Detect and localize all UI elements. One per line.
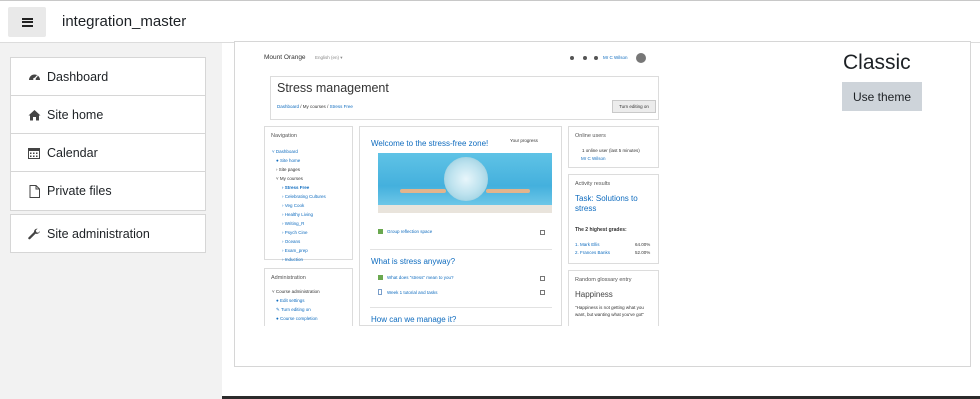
preview-welcome-heading: Welcome to the stress-free zone! bbox=[371, 139, 489, 148]
breadcrumb-item: My courses bbox=[302, 104, 326, 109]
home-icon bbox=[27, 108, 41, 122]
block-title: Random glossary entry bbox=[575, 277, 632, 283]
theme-preview-image[interactable]: Mount Orange English (en) ▾ Mr C Wilson … bbox=[263, 48, 659, 326]
glossary-quote: "Happiness is not getting what you want,… bbox=[575, 305, 644, 317]
preview-nav-list: ˅ Dashboard ● Site home › Site pages ˅ M… bbox=[272, 149, 326, 262]
sidebar-item-calendar[interactable]: Calendar bbox=[11, 134, 205, 172]
preview-navigation-block: Navigation ˅ Dashboard ● Site home › Sit… bbox=[264, 126, 353, 262]
preview-page-title: Stress management bbox=[277, 81, 389, 95]
preview-activity-results-block: Activity results Task: Solutions to stre… bbox=[568, 174, 659, 264]
bell-icon bbox=[583, 56, 587, 60]
block-title: Online users bbox=[575, 133, 606, 139]
use-theme-button[interactable]: Use theme bbox=[842, 82, 922, 111]
glossary-word: Happiness bbox=[575, 290, 613, 299]
theme-card: Mount Orange English (en) ▾ Mr C Wilson … bbox=[234, 41, 971, 367]
results-row-name: 1. Mark Ellis bbox=[575, 242, 600, 247]
pool-photo bbox=[378, 153, 552, 213]
completion-checkbox bbox=[540, 276, 545, 281]
results-row-score: 52.00% bbox=[635, 250, 651, 255]
sidebar-item-label: Private files bbox=[47, 184, 112, 198]
wrench-icon bbox=[27, 227, 41, 241]
preview-glossary-block: Random glossary entry Happiness "Happine… bbox=[568, 270, 659, 326]
block-title: Activity results bbox=[575, 181, 611, 187]
block-title: Administration bbox=[271, 275, 306, 281]
results-task: Task: Solutions to stress bbox=[575, 194, 638, 213]
calendar-icon bbox=[27, 146, 41, 160]
preview-section-heading: How can we manage it? bbox=[371, 315, 457, 324]
file-icon bbox=[27, 184, 41, 198]
preview-activity: Group reflection space bbox=[378, 229, 432, 234]
nav-drawer: Dashboard Site home Calendar Private fil… bbox=[0, 43, 222, 399]
sidebar-item-private-files[interactable]: Private files bbox=[11, 172, 205, 210]
preview-online-users-block: Online users 1 online user (last 5 minut… bbox=[568, 126, 659, 168]
sidebar-item-site-administration[interactable]: Site administration bbox=[11, 215, 205, 253]
preview-administration-block: Administration ˅ Course administration ●… bbox=[264, 268, 353, 326]
results-highest: The 2 highest grades: bbox=[575, 227, 627, 233]
nav-group-admin: Site administration bbox=[10, 214, 206, 253]
sidebar-item-label: Site administration bbox=[47, 227, 150, 241]
preview-course-content: Welcome to the stress-free zone! Your pr… bbox=[359, 126, 562, 326]
online-user: Mr C Wilson bbox=[581, 156, 606, 161]
search-icon bbox=[570, 56, 574, 60]
online-summary: 1 online user (last 5 minutes) bbox=[582, 148, 640, 153]
menu-toggle-button[interactable] bbox=[8, 7, 46, 37]
completion-checkbox bbox=[540, 230, 545, 235]
site-name[interactable]: integration_master bbox=[62, 13, 186, 30]
preview-user: Mr C Wilson bbox=[603, 55, 628, 60]
breadcrumb-item: Dashboard bbox=[277, 104, 300, 109]
preview-page-header: Stress management Dashboard / My courses… bbox=[270, 76, 659, 120]
preview-activity: Week 1 tutorial and tasks bbox=[378, 289, 437, 295]
preview-admin-list: ˅ Course administration ● Edit settings … bbox=[272, 289, 320, 321]
preview-navbar: Mount Orange English (en) ▾ Mr C Wilson bbox=[263, 48, 659, 66]
theme-name: Classic bbox=[843, 51, 911, 74]
preview-progress-label: Your progress bbox=[510, 138, 538, 143]
preview-section-heading: What is stress anyway? bbox=[371, 257, 456, 266]
preview-edit-button: Turn editing on bbox=[612, 100, 656, 113]
top-navbar: integration_master bbox=[0, 0, 980, 43]
chat-icon bbox=[594, 56, 598, 60]
completion-checkbox bbox=[540, 290, 545, 295]
section-divider bbox=[370, 249, 552, 250]
main-content: Mount Orange English (en) ▾ Mr C Wilson … bbox=[222, 41, 980, 399]
sidebar-item-label: Site home bbox=[47, 107, 104, 122]
preview-activity: What does "stress" mean to you? bbox=[378, 275, 453, 280]
nav-group-main: Dashboard Site home Calendar Private fil… bbox=[10, 57, 206, 211]
sidebar-item-site-home[interactable]: Site home bbox=[11, 96, 205, 134]
sidebar-item-label: Calendar bbox=[47, 145, 98, 160]
sidebar-item-dashboard[interactable]: Dashboard bbox=[11, 58, 205, 96]
hamburger-menu-icon bbox=[21, 17, 33, 27]
breadcrumb-item: Stress Free bbox=[329, 104, 353, 109]
preview-brand: Mount Orange bbox=[264, 54, 306, 61]
section-divider bbox=[370, 307, 552, 308]
results-row-name: 2. Frances Banks bbox=[575, 250, 611, 255]
sidebar-item-label: Dashboard bbox=[47, 69, 109, 84]
dashboard-gauge-icon bbox=[27, 70, 41, 84]
results-row-score: 64.00% bbox=[635, 242, 651, 247]
avatar bbox=[636, 53, 646, 63]
breadcrumb: Dashboard / My courses / Stress Free bbox=[277, 104, 353, 109]
block-title: Navigation bbox=[271, 133, 297, 139]
preview-language: English (en) ▾ bbox=[315, 55, 343, 60]
